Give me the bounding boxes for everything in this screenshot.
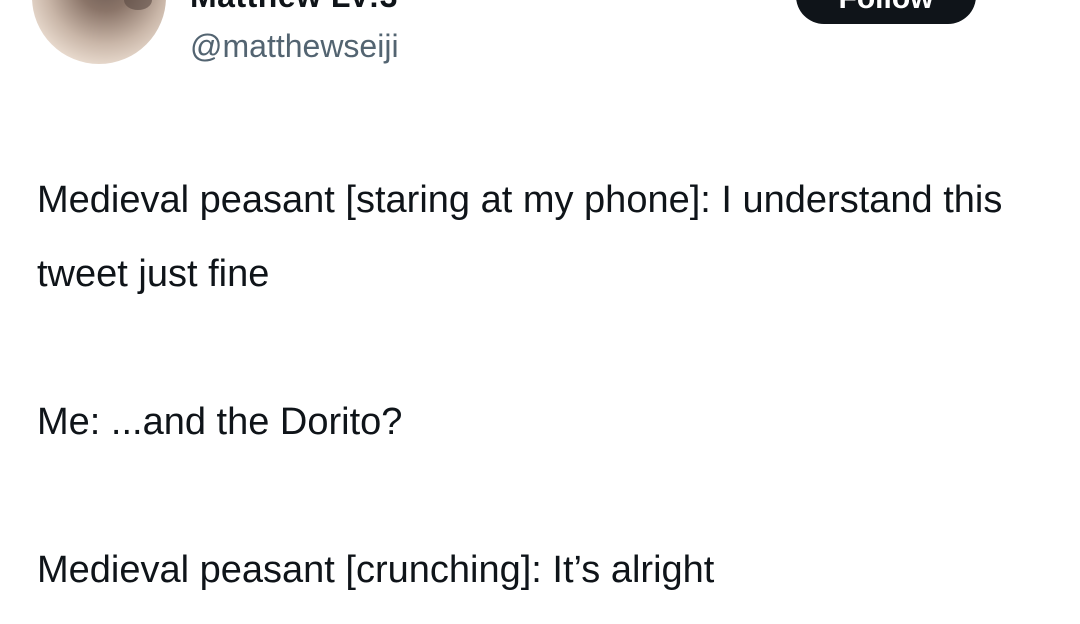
- avatar[interactable]: [32, 0, 166, 64]
- tweet-text: Medieval peasant [staring at my phone]: …: [37, 163, 1047, 607]
- author-display-name[interactable]: Matthew LV:3: [190, 0, 398, 15]
- tweet-paragraph-2: Me: ...and the Dorito?: [37, 401, 403, 443]
- follow-button[interactable]: Follow: [796, 0, 976, 24]
- avatar-image-detail: [124, 0, 152, 10]
- follow-button-label: Follow: [839, 0, 934, 16]
- tweet-paragraph-1: Medieval peasant [staring at my phone]: …: [37, 179, 1003, 295]
- tweet-paragraph-3: Medieval peasant [crunching]: It’s alrig…: [37, 549, 715, 591]
- author-handle[interactable]: @matthewseiji: [190, 28, 399, 65]
